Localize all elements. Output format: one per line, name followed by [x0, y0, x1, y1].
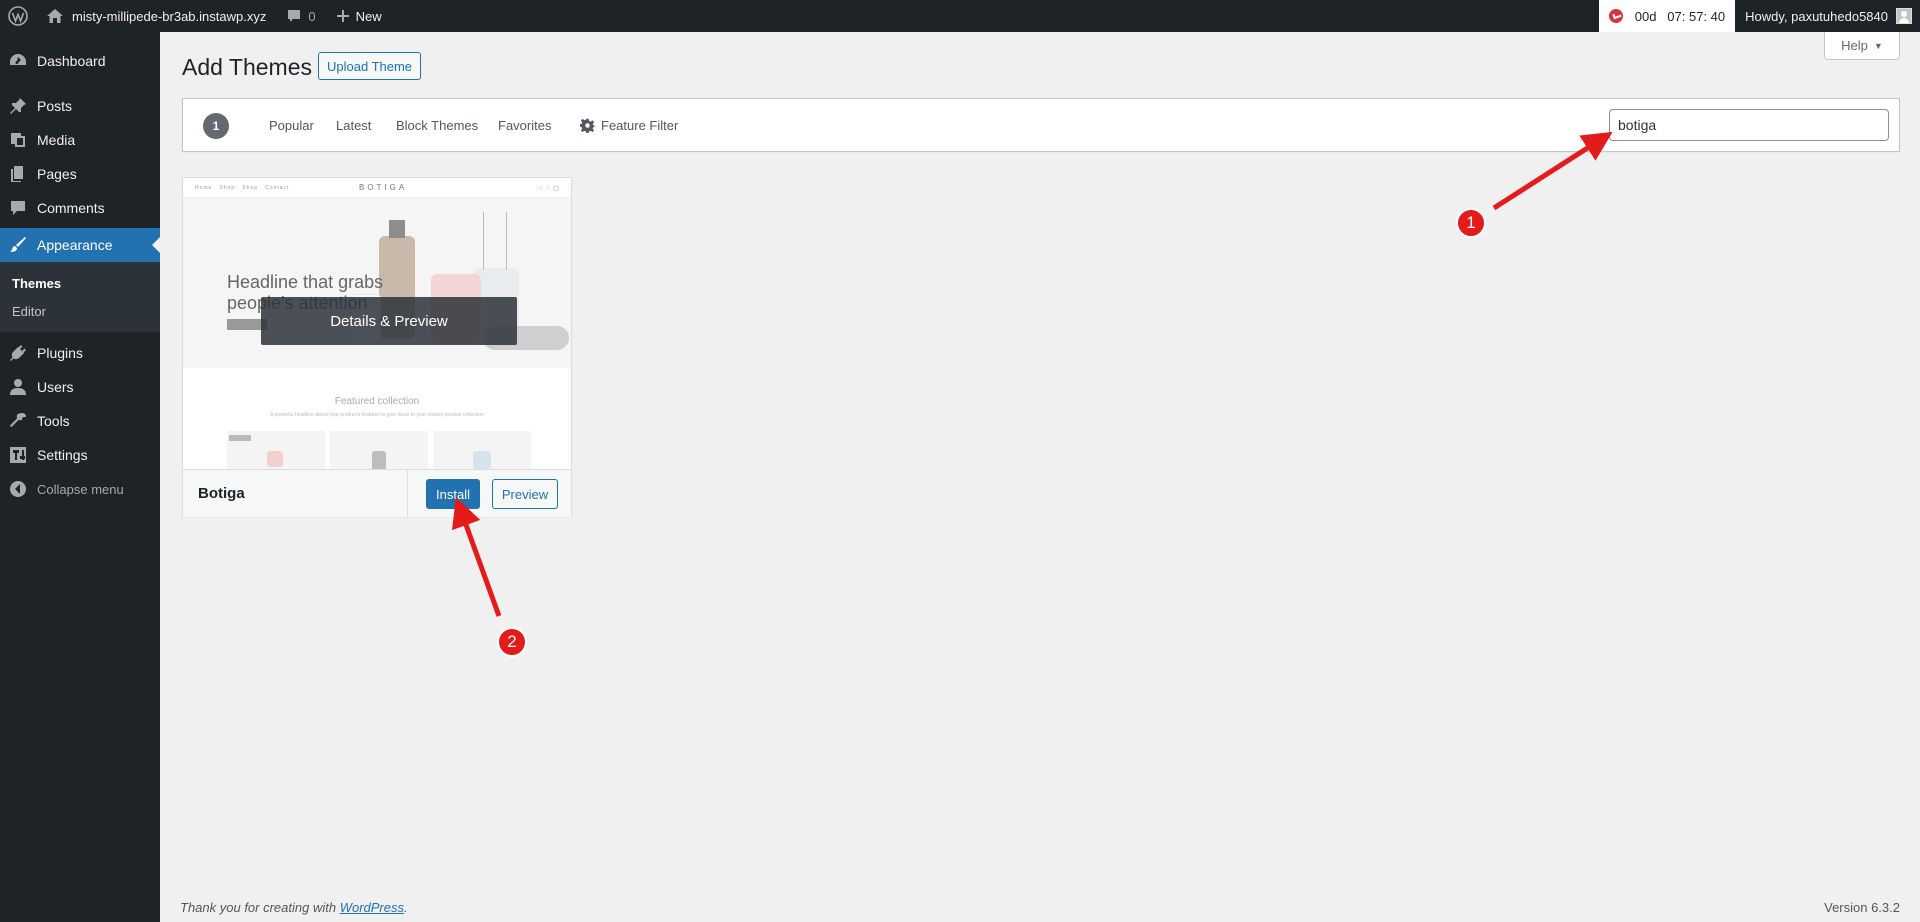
submenu-item-editor[interactable]: Editor — [0, 297, 160, 325]
sidebar-item-posts[interactable]: Posts — [0, 89, 160, 123]
sidebar-item-pages[interactable]: Pages — [0, 157, 160, 191]
annotation-badge-1: 1 — [1456, 208, 1486, 238]
screenshot-featured-subtitle: A powerful headline about your product's… — [270, 412, 484, 418]
screenshot-featured-title: Featured collection — [334, 396, 420, 407]
appearance-submenu: Themes Editor — [0, 262, 160, 332]
timer-status-icon — [1608, 9, 1623, 23]
screenshot-nav: Home Shop Shop Contact BOTIGA ○ ♢ ◻ — [183, 178, 571, 198]
avatar — [1896, 8, 1912, 24]
footer-thanks: Thank you for creating with WordPress. — [180, 900, 408, 915]
sidebar-item-label: Plugins — [37, 345, 83, 361]
tab-favorites[interactable]: Favorites — [498, 99, 551, 151]
new-content-link[interactable]: New — [326, 0, 392, 32]
sidebar-item-label: Posts — [37, 98, 73, 114]
sidebar-item-label: Media — [37, 132, 76, 148]
feature-filter-label: Feature Filter — [601, 117, 679, 133]
feature-filter-button[interactable]: Feature Filter — [580, 99, 678, 151]
tab-popular[interactable]: Popular — [269, 99, 314, 151]
screenshot-nav-icons: ○ ♢ ◻ — [538, 185, 559, 192]
wordpress-link[interactable]: WordPress — [340, 900, 404, 915]
admin-bar: misty-millipede-br3ab.instawp.xyz 0 New … — [0, 0, 1920, 32]
sidebar-item-comments[interactable]: Comments — [0, 191, 160, 225]
sidebar-item-settings[interactable]: Settings — [0, 438, 160, 472]
theme-count-badge: 1 — [203, 113, 229, 139]
sidebar-item-media[interactable]: Media — [0, 123, 160, 157]
admin-sidebar: Dashboard Posts Media Pages Comments App… — [0, 32, 160, 922]
pin-icon — [10, 98, 26, 114]
screenshot-product-1 — [227, 431, 325, 469]
main-content: Help ▼ Add Themes Upload Theme 1 Popular… — [160, 32, 1920, 922]
tab-block-themes[interactable]: Block Themes — [396, 99, 478, 151]
user-icon — [10, 379, 26, 395]
site-name-label: misty-millipede-br3ab.instawp.xyz — [72, 8, 267, 24]
new-label: New — [355, 8, 382, 24]
collapse-arrow-icon — [10, 481, 26, 497]
sidebar-item-label: Dashboard — [37, 53, 106, 69]
collapse-menu-button[interactable]: Collapse menu — [0, 472, 160, 506]
search-themes-input[interactable] — [1609, 109, 1889, 141]
caret-down-icon: ▼ — [1873, 40, 1883, 51]
submenu-item-themes[interactable]: Themes — [0, 269, 160, 297]
theme-card-botiga[interactable]: Home Shop Shop Contact BOTIGA ○ ♢ ◻ Head… — [182, 177, 572, 517]
comment-bubble-icon — [288, 10, 301, 22]
tab-latest[interactable]: Latest — [336, 99, 371, 151]
collapse-menu-label: Collapse menu — [37, 481, 124, 497]
sidebar-item-label: Settings — [37, 447, 88, 463]
howdy-label: Howdy, paxutuhedo5840 — [1745, 8, 1888, 24]
install-button[interactable]: Install — [426, 479, 480, 509]
theme-card-footer: Botiga Install Preview — [183, 469, 571, 517]
sidebar-item-label: Appearance — [37, 237, 113, 253]
screenshot-nav-links: Home Shop Shop Contact — [195, 185, 290, 191]
sidebar-item-label: Pages — [37, 166, 77, 182]
screenshot-product-3 — [433, 431, 531, 469]
home-icon — [47, 9, 63, 23]
sidebar-item-appearance[interactable]: Appearance — [0, 228, 160, 262]
theme-screenshot[interactable]: Home Shop Shop Contact BOTIGA ○ ♢ ◻ Head… — [183, 178, 571, 469]
theme-name: Botiga — [198, 485, 245, 502]
details-preview-button[interactable]: Details & Preview — [261, 297, 517, 345]
plug-icon — [10, 345, 26, 361]
upload-theme-button[interactable]: Upload Theme — [318, 52, 422, 80]
plus-icon — [336, 10, 349, 22]
sidebar-item-users[interactable]: Users — [0, 370, 160, 404]
dashboard-icon — [10, 54, 26, 65]
theme-filter-bar: 1 Popular Latest Block Themes Favorites … — [182, 98, 1900, 152]
diffuser-sticks-image — [483, 212, 507, 270]
theme-actions: Install Preview — [407, 470, 571, 517]
sidebar-item-dashboard[interactable]: Dashboard — [0, 44, 160, 78]
account-menu[interactable]: Howdy, paxutuhedo5840 — [1735, 0, 1920, 32]
sidebar-item-label: Tools — [37, 413, 70, 429]
screenshot-brand: BOTIGA — [359, 183, 408, 192]
help-button[interactable]: Help ▼ — [1824, 32, 1900, 60]
wrench-icon — [10, 413, 26, 427]
pages-icon — [11, 166, 23, 182]
brush-icon — [10, 237, 26, 252]
timer-value: 00d 07: 57: 40 — [1634, 8, 1726, 24]
comments-count: 0 — [308, 8, 316, 24]
site-timer[interactable]: 00d 07: 57: 40 — [1598, 0, 1736, 32]
settings-icon — [10, 447, 26, 463]
footer-version: Version 6.3.2 — [1824, 900, 1900, 915]
media-icon — [11, 133, 25, 147]
sidebar-item-label: Comments — [37, 200, 105, 216]
sidebar-item-label: Users — [37, 379, 74, 395]
site-name-link[interactable]: misty-millipede-br3ab.instawp.xyz — [36, 0, 276, 32]
sidebar-item-plugins[interactable]: Plugins — [0, 336, 160, 370]
preview-button[interactable]: Preview — [492, 479, 558, 509]
wordpress-logo-icon[interactable] — [0, 0, 36, 32]
pump-head-image — [389, 220, 405, 238]
comment-icon — [11, 201, 25, 215]
screenshot-product-2 — [330, 431, 428, 469]
comments-link[interactable]: 0 — [276, 0, 325, 32]
sidebar-item-tools[interactable]: Tools — [0, 404, 160, 438]
gear-icon — [580, 118, 595, 133]
help-label: Help — [1841, 38, 1868, 53]
annotation-badge-2: 2 — [497, 627, 527, 657]
page-title: Add Themes — [182, 54, 312, 80]
